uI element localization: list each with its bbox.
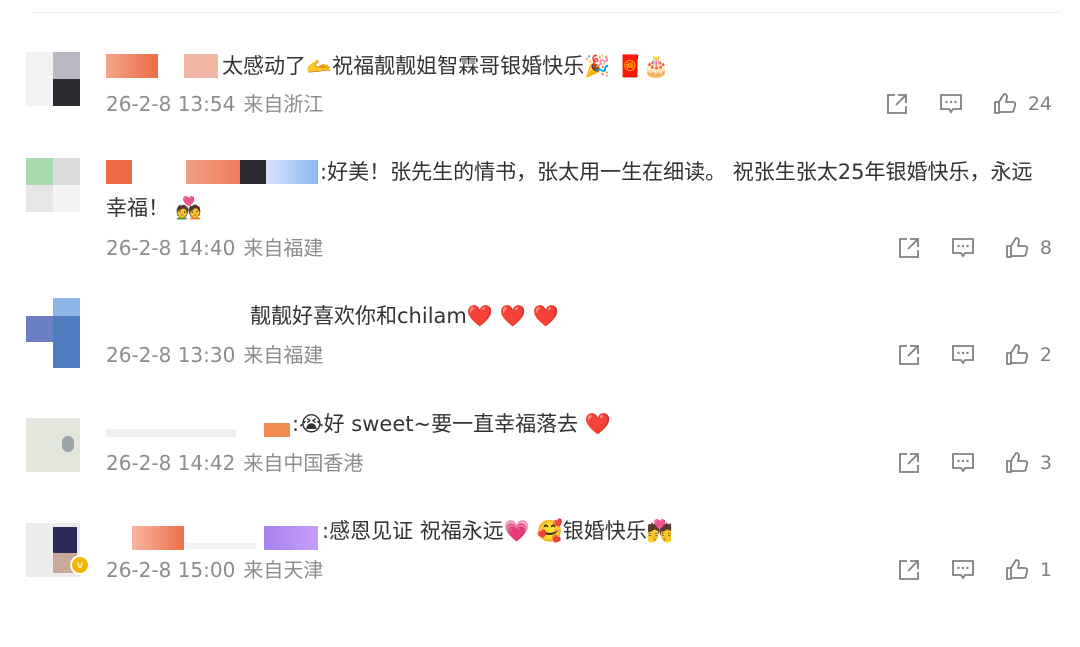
comment-icon (952, 345, 974, 365)
like-icon (993, 93, 1016, 114)
like-icon (1006, 237, 1029, 258)
comment-date: 26-2-8 14:42 (106, 451, 236, 475)
comment-meta: 26-2-8 13:30 来自福建 (106, 342, 323, 368)
comment-text: 太感动了🫴祝福靓靓姐智霖哥银婚快乐🎉 🧧🎂 (222, 54, 670, 78)
comment-location: 来自福建 (243, 236, 324, 260)
like-count: 1 (1039, 559, 1052, 581)
share-button[interactable] (884, 91, 910, 117)
avatar[interactable] (26, 298, 80, 368)
share-icon (886, 94, 907, 114)
like-icon (1006, 344, 1029, 365)
top-divider (30, 12, 1060, 13)
username[interactable] (106, 53, 218, 79)
comment-item: 太感动了🫴祝福靓靓姐智霖哥银婚快乐🎉 🧧🎂 26-2-8 13:54 来自浙江 2… (0, 48, 1080, 122)
share-button[interactable] (896, 450, 922, 476)
comment-location: 来自中国香港 (243, 451, 364, 475)
share-icon (899, 453, 919, 473)
like-button[interactable]: 3 (1004, 450, 1052, 476)
avatar[interactable] (26, 52, 80, 106)
comment-meta: 26-2-8 15:00 来自天津 (106, 557, 323, 583)
comment-meta: 26-2-8 13:54 来自浙江 (106, 91, 323, 117)
comment-actions: 24 (856, 91, 1052, 117)
like-icon (1006, 559, 1029, 580)
comment-date: 26-2-8 13:30 (106, 343, 236, 367)
comment-icon (952, 560, 974, 580)
comment-icon (952, 453, 974, 473)
comment-location: 来自天津 (243, 558, 324, 582)
comment-date: 26-2-8 14:40 (106, 236, 236, 260)
share-button[interactable] (896, 342, 922, 368)
comment-actions: 8 (868, 235, 1052, 261)
comment-meta: 26-2-8 14:42 来自中国香港 (106, 450, 363, 476)
comment-item: v :感恩见证 祝福永远💗 🥰银婚快乐💏 26-2-8 15:00 来自天津 1 (0, 513, 1080, 587)
comment-button[interactable] (950, 450, 976, 476)
comment-actions: 1 (868, 557, 1052, 583)
avatar[interactable] (26, 418, 80, 472)
share-icon (899, 345, 919, 365)
username[interactable] (106, 525, 318, 551)
comment-date: 26-2-8 15:00 (106, 558, 236, 582)
comment-button[interactable] (950, 557, 976, 583)
comment-text: :感恩见证 祝福永远💗 🥰银婚快乐💏 (322, 519, 673, 543)
comment-date: 26-2-8 13:54 (106, 92, 236, 116)
comment-text: :😭好 sweet~要一直幸福落去 ❤️ (292, 412, 611, 436)
avatar[interactable] (26, 158, 80, 212)
share-icon (899, 238, 919, 258)
like-button[interactable]: 8 (1004, 235, 1052, 261)
comment-actions: 3 (868, 450, 1052, 476)
comment-location: 来自浙江 (243, 92, 324, 116)
comment-item: 靓靓好喜欢你和chilam❤️ ❤️ ❤️ 26-2-8 13:30 来自福建 2 (0, 298, 1080, 372)
comment-button[interactable] (938, 91, 964, 117)
verified-badge-icon: v (70, 555, 90, 575)
comment-location: 来自福建 (243, 343, 324, 367)
comment-item: :好美！张先生的情书，张太用一生在细读。 祝张生张太25年银婚快乐，永远幸福！ … (0, 154, 1080, 264)
like-count: 3 (1039, 452, 1052, 474)
comment-meta: 26-2-8 14:40 来自福建 (106, 235, 323, 261)
comment-icon (939, 94, 962, 114)
like-count: 8 (1039, 237, 1052, 259)
share-icon (899, 560, 919, 580)
comment-button[interactable] (950, 342, 976, 368)
like-button[interactable]: 2 (1004, 342, 1052, 368)
comment-text: :好美！张先生的情书，张太用一生在细读。 祝张生张太25年银婚快乐，永远幸福！ … (106, 160, 1033, 220)
like-count: 2 (1039, 344, 1052, 366)
like-button[interactable]: 1 (1004, 557, 1052, 583)
comment-button[interactable] (950, 235, 976, 261)
username[interactable] (106, 415, 290, 441)
share-button[interactable] (896, 557, 922, 583)
comment-icon (952, 238, 974, 258)
comment-item: :😭好 sweet~要一直幸福落去 ❤️ 26-2-8 14:42 来自中国香港 … (0, 406, 1080, 480)
share-button[interactable] (896, 235, 922, 261)
comment-text: 靓靓好喜欢你和chilam❤️ ❤️ ❤️ (250, 304, 559, 328)
comment-actions: 2 (868, 342, 1052, 368)
like-count: 24 (1027, 93, 1052, 115)
like-icon (1006, 452, 1029, 473)
like-button[interactable]: 24 (992, 91, 1052, 117)
